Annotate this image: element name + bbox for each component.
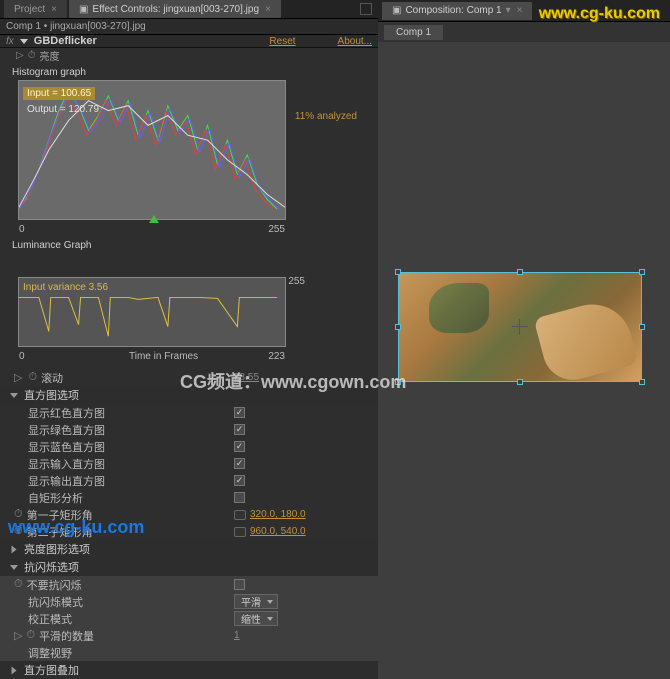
stopwatch-icon[interactable]: ⏱ [28, 371, 37, 384]
lum-options-label: 亮度图形选项 [24, 541, 90, 557]
auto-rect-label: 自矩形分析 [28, 490, 234, 506]
fx-tab-icon: ▣ [79, 4, 88, 15]
lum-axis-223: 223 [268, 351, 285, 362]
watermark-bottom: www.cg-ku.com [8, 517, 144, 538]
anchor-point-icon[interactable] [512, 319, 528, 335]
luminance-variance: Input variance 3.56 [23, 282, 108, 293]
close-icon[interactable]: × [51, 4, 57, 15]
show-blue-label: 显示蓝色直方图 [28, 439, 234, 455]
hist-overlay-header[interactable]: 直方图叠加 [0, 661, 378, 679]
lum-axis-mid: Time in Frames [129, 351, 198, 362]
lum-axis-255: 255 [288, 276, 305, 287]
twirl-icon[interactable]: ▷ [16, 50, 24, 61]
resize-handle[interactable] [639, 324, 645, 330]
resize-handle[interactable] [395, 324, 401, 330]
resize-handle[interactable] [639, 379, 645, 385]
tab-composition[interactable]: ▣ Composition: Comp 1 ▾ × [382, 2, 532, 20]
tab-project[interactable]: Project × [4, 0, 67, 18]
tab-project-label: Project [14, 4, 45, 15]
fx-badge-icon[interactable]: fx [6, 36, 14, 47]
no-deflicker-checkbox[interactable] [234, 579, 245, 590]
effect-name[interactable]: GBDeflicker [34, 35, 97, 47]
breadcrumb: Comp 1 • jingxuan[003-270].jpg [0, 19, 378, 35]
twirl-icon[interactable]: ▷ [14, 371, 22, 384]
show-red-checkbox[interactable] [234, 407, 245, 418]
brightness-label: 亮度 [40, 48, 60, 63]
hist-axis-0: 0 [19, 224, 25, 235]
panel-menu-icon[interactable] [360, 3, 372, 15]
crosshair-icon[interactable] [234, 510, 246, 520]
twirl-right-icon [12, 545, 17, 553]
stopwatch-icon[interactable]: ⏱ [14, 578, 23, 591]
comp-tab-icon: ▣ [392, 5, 401, 16]
histogram-output-label: Output = 120.79 [23, 103, 103, 116]
crosshair-icon[interactable] [234, 527, 246, 537]
deflicker-options-label: 抗闪烁选项 [24, 559, 79, 575]
composition-viewer[interactable] [378, 42, 670, 544]
analyzed-label: 11% analyzed [295, 111, 357, 122]
twirl-down-icon [10, 393, 18, 398]
comp-panel-title: Composition: Comp 1 [405, 5, 501, 16]
show-output-label: 显示输出直方图 [28, 473, 234, 489]
deflicker-options-header[interactable]: 抗闪烁选项 [0, 558, 378, 576]
hist-options-label: 直方图选项 [24, 387, 79, 403]
reset-link[interactable]: Reset [269, 36, 295, 47]
show-blue-checkbox[interactable] [234, 441, 245, 452]
deflicker-mode-dropdown[interactable]: 平滑 [234, 594, 278, 609]
twirl-right-icon [12, 666, 17, 674]
adjust-range-label: 调整视野 [28, 645, 374, 661]
histogram-input-label: Input = 100.65 [23, 87, 95, 100]
histogram-title: Histogram graph [8, 65, 370, 80]
resize-handle[interactable] [395, 269, 401, 275]
correction-mode-label: 校正模式 [28, 611, 234, 627]
watermark-top: www.cg-ku.com [539, 5, 660, 23]
twirl-down-icon [10, 565, 18, 570]
tab-effect-label: Effect Controls: jingxuan[003-270].jpg [92, 4, 259, 15]
smooth-label: 平滑的数量 [39, 628, 234, 644]
stopwatch-icon[interactable]: ⏱ [26, 629, 35, 642]
close-icon[interactable]: × [265, 4, 271, 15]
luminance-graph: Input variance 3.56 255 0 Time in Frames… [18, 277, 286, 347]
resize-handle[interactable] [517, 269, 523, 275]
luminance-title: Luminance Graph [8, 238, 370, 253]
layer-bounding-box[interactable] [398, 272, 642, 382]
auto-rect-checkbox[interactable] [234, 492, 245, 503]
no-deflicker-label: 不要抗闪烁 [27, 577, 234, 593]
twirl-icon[interactable]: ▷ [14, 629, 22, 642]
stopwatch-icon[interactable]: ⏱ [28, 50, 36, 61]
show-input-label: 显示输入直方图 [28, 456, 234, 472]
show-green-checkbox[interactable] [234, 424, 245, 435]
resize-handle[interactable] [517, 379, 523, 385]
hist-overlay-label: 直方图叠加 [24, 662, 79, 678]
rect1-value[interactable]: 320.0, 180.0 [250, 509, 306, 520]
histogram-graph: Input = 100.65 Output = 120.79 0 255 11%… [18, 80, 286, 220]
lum-axis-0: 0 [19, 351, 25, 362]
close-icon[interactable]: × [517, 5, 523, 16]
twirl-down-icon[interactable] [20, 39, 28, 44]
chevron-down-icon[interactable]: ▾ [506, 5, 511, 16]
resize-handle[interactable] [639, 269, 645, 275]
about-link[interactable]: About... [338, 36, 372, 47]
histogram-marker-icon[interactable] [149, 215, 159, 223]
rect2-value[interactable]: 960.0, 540.0 [250, 526, 306, 537]
lum-options-header[interactable]: 亮度图形选项 [0, 540, 378, 558]
smooth-value[interactable]: 1 [234, 630, 240, 641]
show-green-label: 显示绿色直方图 [28, 422, 234, 438]
hist-axis-255: 255 [268, 224, 285, 235]
correction-mode-dropdown[interactable]: 缩性 [234, 611, 278, 626]
show-output-checkbox[interactable] [234, 475, 245, 486]
viewer-tab-comp1[interactable]: Comp 1 [384, 25, 443, 40]
tab-effect-controls[interactable]: ▣ Effect Controls: jingxuan[003-270].jpg… [69, 0, 281, 18]
show-input-checkbox[interactable] [234, 458, 245, 469]
watermark-center: CG频道：www.cgown.com [180, 368, 406, 394]
deflicker-mode-label: 抗闪烁模式 [28, 594, 234, 610]
show-red-label: 显示红色直方图 [28, 405, 234, 421]
